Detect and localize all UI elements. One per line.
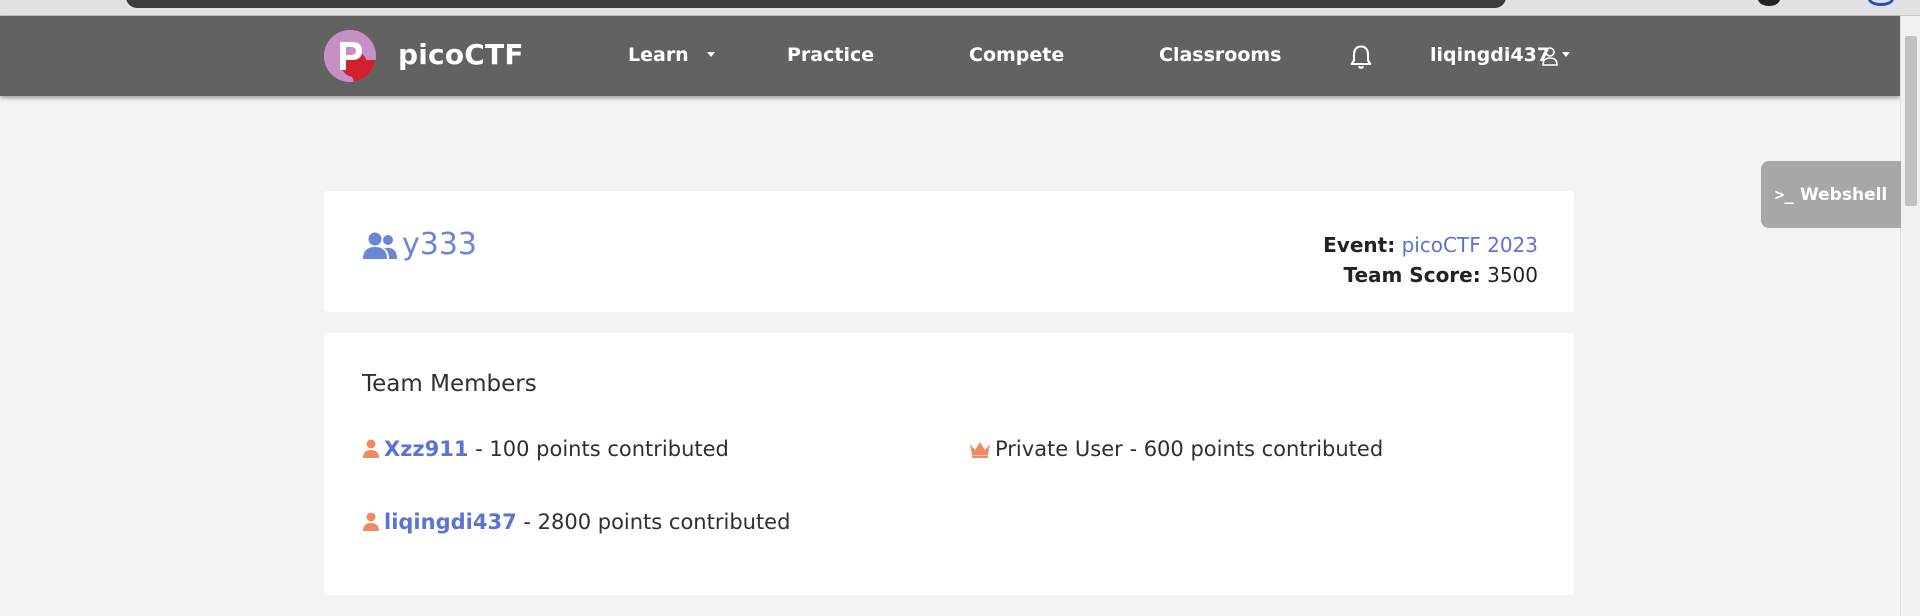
team-score-value: 3500 bbox=[1487, 263, 1538, 287]
member-points: - 600 points contributed bbox=[1122, 437, 1384, 461]
person-icon bbox=[363, 512, 379, 531]
user-icon[interactable] bbox=[1541, 46, 1559, 66]
team-card: y333 Event: picoCTF 2023 Team Score: 350… bbox=[324, 191, 1574, 312]
member-name[interactable]: liqingdi437 bbox=[384, 510, 517, 534]
browser-profile-icon[interactable] bbox=[1758, 0, 1780, 6]
bell-icon[interactable] bbox=[1347, 43, 1375, 71]
list-item: Private User - 600 points contributed bbox=[969, 437, 1383, 461]
scrollbar[interactable] bbox=[1900, 16, 1920, 616]
nav-learn[interactable]: Learn bbox=[628, 44, 689, 66]
crown-icon bbox=[970, 442, 990, 458]
picoctf-logo[interactable] bbox=[324, 30, 376, 82]
event-line: Event: picoCTF 2023 bbox=[1323, 233, 1538, 257]
list-item: liqingdi437 - 2800 points contributed bbox=[362, 510, 790, 534]
member-points: - 2800 points contributed bbox=[516, 510, 791, 534]
list-item: Xzz911 - 100 points contributed bbox=[362, 437, 729, 461]
address-bar[interactable] bbox=[126, 0, 1506, 8]
event-link[interactable]: picoCTF 2023 bbox=[1402, 233, 1538, 257]
browser-strip bbox=[0, 0, 1920, 16]
nav-classrooms[interactable]: Classrooms bbox=[1159, 44, 1281, 66]
team-members-card: Team Members Xzz911 - 100 points contrib… bbox=[324, 333, 1574, 595]
brand-name[interactable]: picoCTF bbox=[398, 38, 524, 71]
navbar: picoCTF Learn Practice Compete Classroom… bbox=[0, 16, 1900, 96]
team-score-line: Team Score: 3500 bbox=[1343, 263, 1538, 287]
users-icon bbox=[363, 232, 397, 259]
team-members-title: Team Members bbox=[362, 371, 537, 397]
scrollbar-thumb[interactable] bbox=[1905, 36, 1917, 206]
nav-practice[interactable]: Practice bbox=[787, 44, 874, 66]
team-name: y333 bbox=[402, 227, 478, 262]
team-score-label: Team Score: bbox=[1343, 263, 1481, 287]
browser-extension-icon[interactable] bbox=[1868, 0, 1894, 6]
event-label: Event: bbox=[1323, 233, 1396, 257]
webshell-label: Webshell bbox=[1800, 184, 1888, 205]
nav-compete[interactable]: Compete bbox=[969, 44, 1064, 66]
chevron-down-icon[interactable] bbox=[707, 52, 715, 57]
terminal-icon: >_ bbox=[1774, 185, 1794, 204]
member-name: Private User bbox=[995, 437, 1123, 461]
webshell-button[interactable]: >_ Webshell bbox=[1761, 161, 1901, 228]
member-points: - 100 points contributed bbox=[468, 437, 729, 461]
chevron-down-icon[interactable] bbox=[1562, 52, 1570, 57]
person-icon bbox=[363, 439, 379, 458]
user-menu[interactable]: liqingdi437 bbox=[1430, 44, 1550, 66]
member-name[interactable]: Xzz911 bbox=[384, 437, 468, 461]
